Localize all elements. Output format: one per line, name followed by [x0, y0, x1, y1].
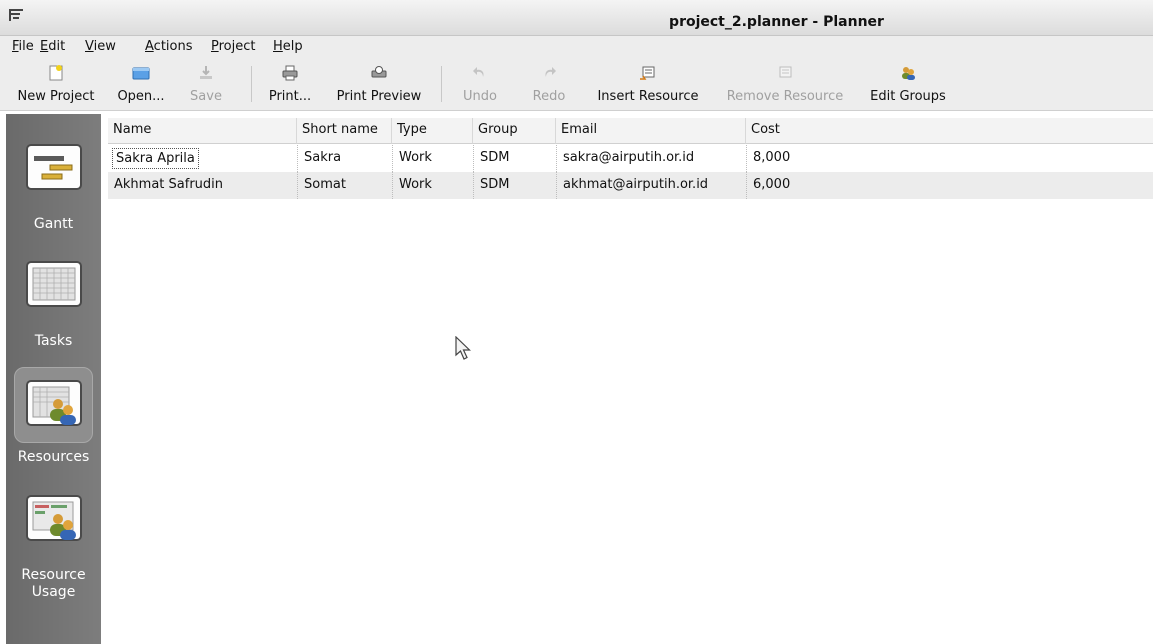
folder-open-icon	[132, 67, 150, 80]
menu-view-label: iew	[93, 39, 116, 54]
undo-label: Undo	[463, 89, 497, 104]
cell-name[interactable]: Sakra Aprila	[112, 145, 292, 172]
print-preview-icon	[371, 66, 387, 78]
edit-groups-button[interactable]: Edit Groups	[862, 62, 954, 108]
tasks-view-icon	[25, 261, 82, 307]
menu-actions[interactable]: Actions	[145, 39, 193, 54]
undo-icon	[473, 67, 484, 77]
title-bar: project_2.planner - Planner	[0, 0, 1153, 36]
column-header-short-name[interactable]: Short name	[297, 118, 392, 144]
cell-email[interactable]: akhmat@airputih.or.id	[556, 172, 746, 199]
print-preview-button[interactable]: Print Preview	[328, 62, 430, 108]
column-header-group[interactable]: Group	[473, 118, 556, 144]
window-title: project_2.planner - Planner	[669, 14, 884, 30]
menu-help[interactable]: Help	[273, 39, 303, 54]
menu-edit-label: dit	[48, 39, 66, 54]
sidebar-label-tasks: Tasks	[34, 333, 73, 349]
cell-cost[interactable]: 6,000	[746, 172, 946, 199]
sidebar-item-resource-usage[interactable]: Resource Usage	[6, 495, 101, 601]
cell-short-name[interactable]: Somat	[297, 172, 392, 199]
new-document-icon	[49, 65, 63, 81]
new-project-label: New Project	[17, 89, 95, 104]
menu-edit[interactable]: Edit	[40, 39, 65, 54]
insert-resource-label: Insert Resource	[597, 89, 699, 104]
toolbar-separator	[441, 66, 442, 102]
insert-resource-button[interactable]: Insert Resource	[588, 62, 708, 108]
redo-label: Redo	[532, 89, 566, 104]
table-row[interactable]: Akhmat Safrudin Somat Work SDM akhmat@ai…	[108, 172, 1153, 199]
redo-button[interactable]: Redo	[524, 62, 574, 108]
menu-actions-label: ctions	[153, 39, 193, 54]
new-project-button[interactable]: New Project	[8, 62, 104, 108]
save-button[interactable]: Save	[182, 62, 230, 108]
sidebar-label-resource-usage-line2: Usage	[31, 584, 76, 600]
table-row[interactable]: Sakra Aprila Sakra Work SDM sakra@airput…	[108, 145, 1153, 172]
resource-table: Name Short name Type Group Email Cost Sa…	[108, 118, 1153, 644]
cell-type[interactable]: Work	[392, 172, 473, 199]
menu-project-label: roject	[218, 39, 256, 54]
remove-resource-button[interactable]: Remove Resource	[716, 62, 854, 108]
save-icon	[200, 66, 212, 79]
menu-project-mnemonic: P	[211, 39, 219, 54]
menu-actions-mnemonic: A	[145, 39, 154, 54]
remove-resource-label: Remove Resource	[726, 89, 844, 104]
menu-help-label: elp	[282, 39, 303, 54]
menu-project[interactable]: Project	[211, 39, 256, 54]
menu-view-mnemonic: V	[85, 39, 94, 54]
mouse-pointer-icon	[455, 336, 471, 360]
menu-file[interactable]: File	[12, 39, 34, 54]
toolbar: New Project Open... Save Print... Print …	[0, 58, 1153, 111]
menu-file-label: ile	[18, 39, 34, 54]
insert-resource-icon	[640, 66, 655, 80]
cell-name[interactable]: Akhmat Safrudin	[108, 172, 297, 199]
cell-name-text: Sakra Aprila	[112, 148, 199, 169]
remove-resource-icon	[779, 66, 792, 78]
toolbar-separator	[251, 66, 252, 102]
cell-group[interactable]: SDM	[473, 172, 556, 199]
cell-group[interactable]: SDM	[473, 145, 556, 172]
cell-short-name[interactable]: Sakra	[297, 145, 392, 172]
save-label: Save	[190, 89, 222, 104]
column-header-name[interactable]: Name	[108, 118, 297, 144]
people-group-icon	[902, 67, 915, 80]
undo-button[interactable]: Undo	[455, 62, 505, 108]
view-sidebar: Gantt Tasks Resources Resource Usage	[6, 114, 101, 644]
redo-icon	[545, 67, 556, 77]
cell-type[interactable]: Work	[392, 145, 473, 172]
column-header-cost[interactable]: Cost	[746, 118, 1153, 144]
sidebar-item-gantt[interactable]: Gantt	[6, 144, 101, 232]
column-header-email[interactable]: Email	[556, 118, 746, 144]
sidebar-label-resource-usage: Resource Usage	[6, 567, 101, 601]
resources-view-icon	[25, 380, 82, 426]
sidebar-label-resource-usage-line1: Resource	[21, 567, 86, 583]
sidebar-label-gantt: Gantt	[33, 216, 74, 232]
sidebar-item-resources[interactable]: Resources	[6, 367, 101, 465]
sidebar-label-resources: Resources	[17, 449, 90, 465]
edit-groups-label: Edit Groups	[870, 89, 946, 104]
open-button[interactable]: Open...	[110, 62, 172, 108]
resource-usage-view-icon	[25, 495, 82, 541]
open-label: Open...	[117, 89, 165, 104]
menu-edit-mnemonic: E	[40, 39, 49, 54]
menu-view[interactable]: View	[85, 39, 116, 54]
column-header-type[interactable]: Type	[392, 118, 473, 144]
menu-bar: File Edit View Actions Project Help	[0, 36, 1153, 58]
print-preview-label: Print Preview	[336, 89, 422, 104]
print-label: Print...	[268, 89, 312, 104]
menu-help-mnemonic: H	[273, 39, 283, 54]
sidebar-item-tasks[interactable]: Tasks	[6, 261, 101, 349]
cell-email[interactable]: sakra@airputih.or.id	[556, 145, 746, 172]
printer-icon	[282, 65, 298, 81]
cell-cost[interactable]: 8,000	[746, 145, 946, 172]
gantt-view-icon	[25, 144, 82, 190]
print-button[interactable]: Print...	[262, 62, 318, 108]
